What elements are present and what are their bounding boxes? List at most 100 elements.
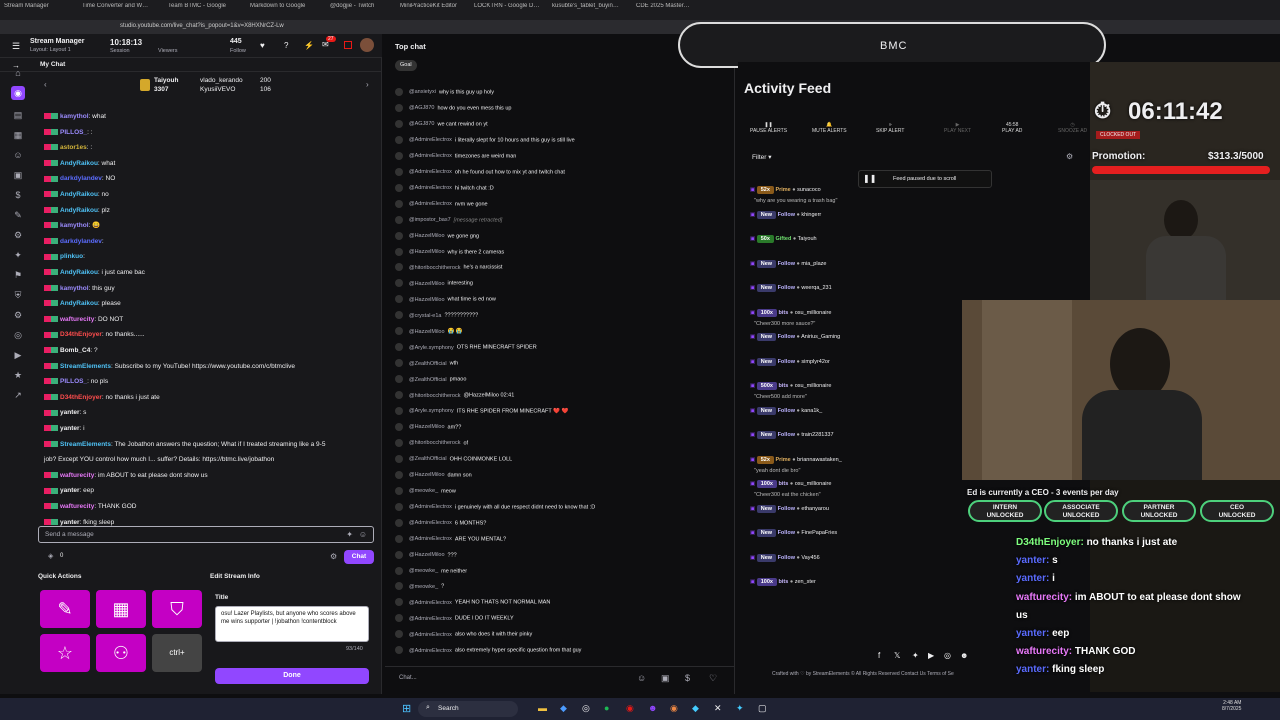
- chat-username[interactable]: @AGJ870: [409, 121, 434, 127]
- browser-tab[interactable]: CDE 2025 Master…: [636, 3, 696, 17]
- avatar[interactable]: [395, 486, 403, 495]
- chevron-left-icon[interactable]: ‹: [44, 80, 47, 89]
- chat-username[interactable]: @AdmireElectrox: [409, 600, 452, 606]
- emote-icon[interactable]: ☺: [359, 530, 367, 539]
- safety-icon[interactable]: ⛨: [11, 288, 25, 302]
- record-icon[interactable]: [344, 41, 352, 49]
- avatar[interactable]: [395, 566, 403, 575]
- chat-username[interactable]: @meowke_: [409, 568, 438, 574]
- app-icon[interactable]: ▢: [758, 703, 767, 714]
- chat-username[interactable]: @AdmireElectrox: [409, 648, 452, 654]
- chat-username[interactable]: AndyRaikou: [60, 191, 98, 198]
- twitter-icon[interactable]: ✦: [912, 651, 919, 660]
- chat-input-box[interactable]: Send a message ✦ ☺: [38, 526, 374, 543]
- chat-username[interactable]: PILLOS_: [60, 378, 87, 385]
- avatar[interactable]: [395, 103, 403, 112]
- avatar[interactable]: [395, 247, 403, 256]
- chat-username[interactable]: @ZealthOfficial: [409, 361, 447, 367]
- avatar[interactable]: [395, 391, 403, 400]
- chat-username[interactable]: astor1es: [60, 144, 87, 151]
- heart-icon[interactable]: ♡: [709, 673, 717, 684]
- discord-icon[interactable]: ☻: [648, 703, 657, 713]
- magic-icon[interactable]: ✦: [346, 530, 353, 539]
- chat-username[interactable]: wafturecity: [60, 316, 94, 323]
- my-chat-label[interactable]: My Chat: [40, 61, 65, 68]
- chat-username[interactable]: @AdmireElectrox: [409, 185, 452, 191]
- chat-username[interactable]: @AdmireElectrox: [409, 536, 452, 542]
- activity-item[interactable]: ▣ New Follow ● mia_plaze: [750, 259, 826, 268]
- chat-username[interactable]: AndyRaikou: [60, 207, 98, 214]
- share-icon[interactable]: ↗: [11, 388, 25, 402]
- chat-username[interactable]: StreamElements: [60, 363, 111, 370]
- avatar[interactable]: [395, 167, 403, 176]
- play-ad-button[interactable]: 45:58 PLAY AD: [1002, 122, 1022, 134]
- activity-item[interactable]: ▣ 50x Gifted ● Taiyouh: [750, 235, 817, 243]
- avatar[interactable]: [395, 502, 403, 511]
- pause-alerts-button[interactable]: ❚❚ PAUSE ALERTS: [750, 122, 787, 134]
- chat-username[interactable]: @HazzelMiloo: [409, 424, 445, 430]
- activity-item[interactable]: ▣ New Follow ● weerqa_231: [750, 284, 832, 292]
- chat-input-bar[interactable]: Chat... ☺ ▣ $ ♡: [385, 666, 735, 690]
- home-icon[interactable]: ⌂: [11, 66, 25, 80]
- activity-item[interactable]: ▣ New Follow ● Anirius_Gaming: [750, 333, 840, 341]
- done-button[interactable]: Done: [215, 668, 369, 684]
- activity-item[interactable]: ▣ New Follow ● khingerr: [750, 210, 821, 219]
- avatar[interactable]: [395, 295, 403, 304]
- chat-username[interactable]: @HazzelMiloo: [409, 552, 445, 558]
- app-icon[interactable]: ◉: [626, 703, 634, 714]
- windows-start-icon[interactable]: ⊞: [402, 702, 411, 715]
- avatar[interactable]: [395, 199, 403, 208]
- avatar[interactable]: [395, 614, 403, 623]
- chat-send-button[interactable]: Chat: [344, 550, 374, 564]
- settings-icon[interactable]: ⚙: [1066, 152, 1073, 161]
- chat-username[interactable]: @hitoribocchitherock: [409, 265, 460, 271]
- skip-alert-button[interactable]: » SKIP ALERT: [876, 122, 904, 134]
- chat-username[interactable]: @hitoribocchitherock: [409, 393, 460, 399]
- browser-tab[interactable]: MiniPracticeKit Editor: [400, 3, 470, 17]
- chat-username[interactable]: @AdmireElectrox: [409, 520, 452, 526]
- chat-username[interactable]: @HazzelMiloo: [409, 472, 445, 478]
- quests-icon[interactable]: ★: [11, 368, 25, 382]
- star-icon[interactable]: ☆: [40, 634, 90, 672]
- chat-username[interactable]: AndyRaikou: [60, 160, 98, 167]
- chat-username[interactable]: yanter: [60, 409, 80, 416]
- chat-username[interactable]: kamythol: [60, 113, 89, 120]
- chat-username[interactable]: @Aryle.symphony: [409, 408, 454, 414]
- insights-icon[interactable]: ▤: [11, 108, 25, 122]
- points-icon[interactable]: ◈: [48, 552, 53, 560]
- activity-item[interactable]: ▣ New Follow ● kana1k_: [750, 406, 822, 415]
- community-icon[interactable]: ☺: [11, 148, 25, 162]
- avatar[interactable]: [395, 454, 403, 463]
- chat-username[interactable]: yanter: [60, 487, 80, 494]
- layout-label[interactable]: Layout: Layout 1: [30, 47, 71, 53]
- browser-tab[interactable]: Stream Manager: [4, 3, 80, 17]
- chat-username[interactable]: darkdylandev: [60, 238, 102, 245]
- chat-username[interactable]: @AdmireElectrox: [409, 137, 452, 143]
- chat-username[interactable]: kamythol: [60, 285, 89, 292]
- raid-icon[interactable]: ⛉: [152, 590, 202, 628]
- edit-icon[interactable]: ✎: [40, 590, 90, 628]
- avatar[interactable]: [395, 151, 403, 160]
- earnings-icon[interactable]: $: [11, 188, 25, 202]
- quick-actions-label[interactable]: Quick Actions: [38, 573, 81, 580]
- tools-icon[interactable]: ⚙: [11, 228, 25, 242]
- activity-item[interactable]: ▣ New Follow ● FinePapaFries: [750, 529, 837, 537]
- app-icon[interactable]: ✕: [714, 703, 722, 714]
- chat-username[interactable]: @AdmireElectrox: [409, 504, 452, 510]
- calendar-icon[interactable]: ▦: [11, 128, 25, 142]
- avatar[interactable]: [395, 518, 403, 527]
- avatar[interactable]: [395, 343, 403, 352]
- activity-item[interactable]: ▣ 52x Prime ● sunacoco: [750, 186, 821, 194]
- avatar[interactable]: [395, 231, 403, 240]
- chat-username[interactable]: @Aryle.symphony: [409, 345, 454, 351]
- chat-username[interactable]: @HazzelMiloo: [409, 297, 445, 303]
- avatar[interactable]: [360, 38, 374, 52]
- settings-icon[interactable]: ⚙: [11, 308, 25, 322]
- chat-username[interactable]: @hitoribocchitherock: [409, 440, 460, 446]
- top-chat-label[interactable]: Top chat: [395, 42, 426, 51]
- menu-icon[interactable]: ☰: [12, 41, 20, 52]
- chat-username[interactable]: yanter: [60, 519, 80, 526]
- activity-item[interactable]: ▣ New Follow ● Vay456: [750, 553, 820, 562]
- avatar[interactable]: [395, 263, 403, 272]
- avatar[interactable]: [395, 215, 403, 224]
